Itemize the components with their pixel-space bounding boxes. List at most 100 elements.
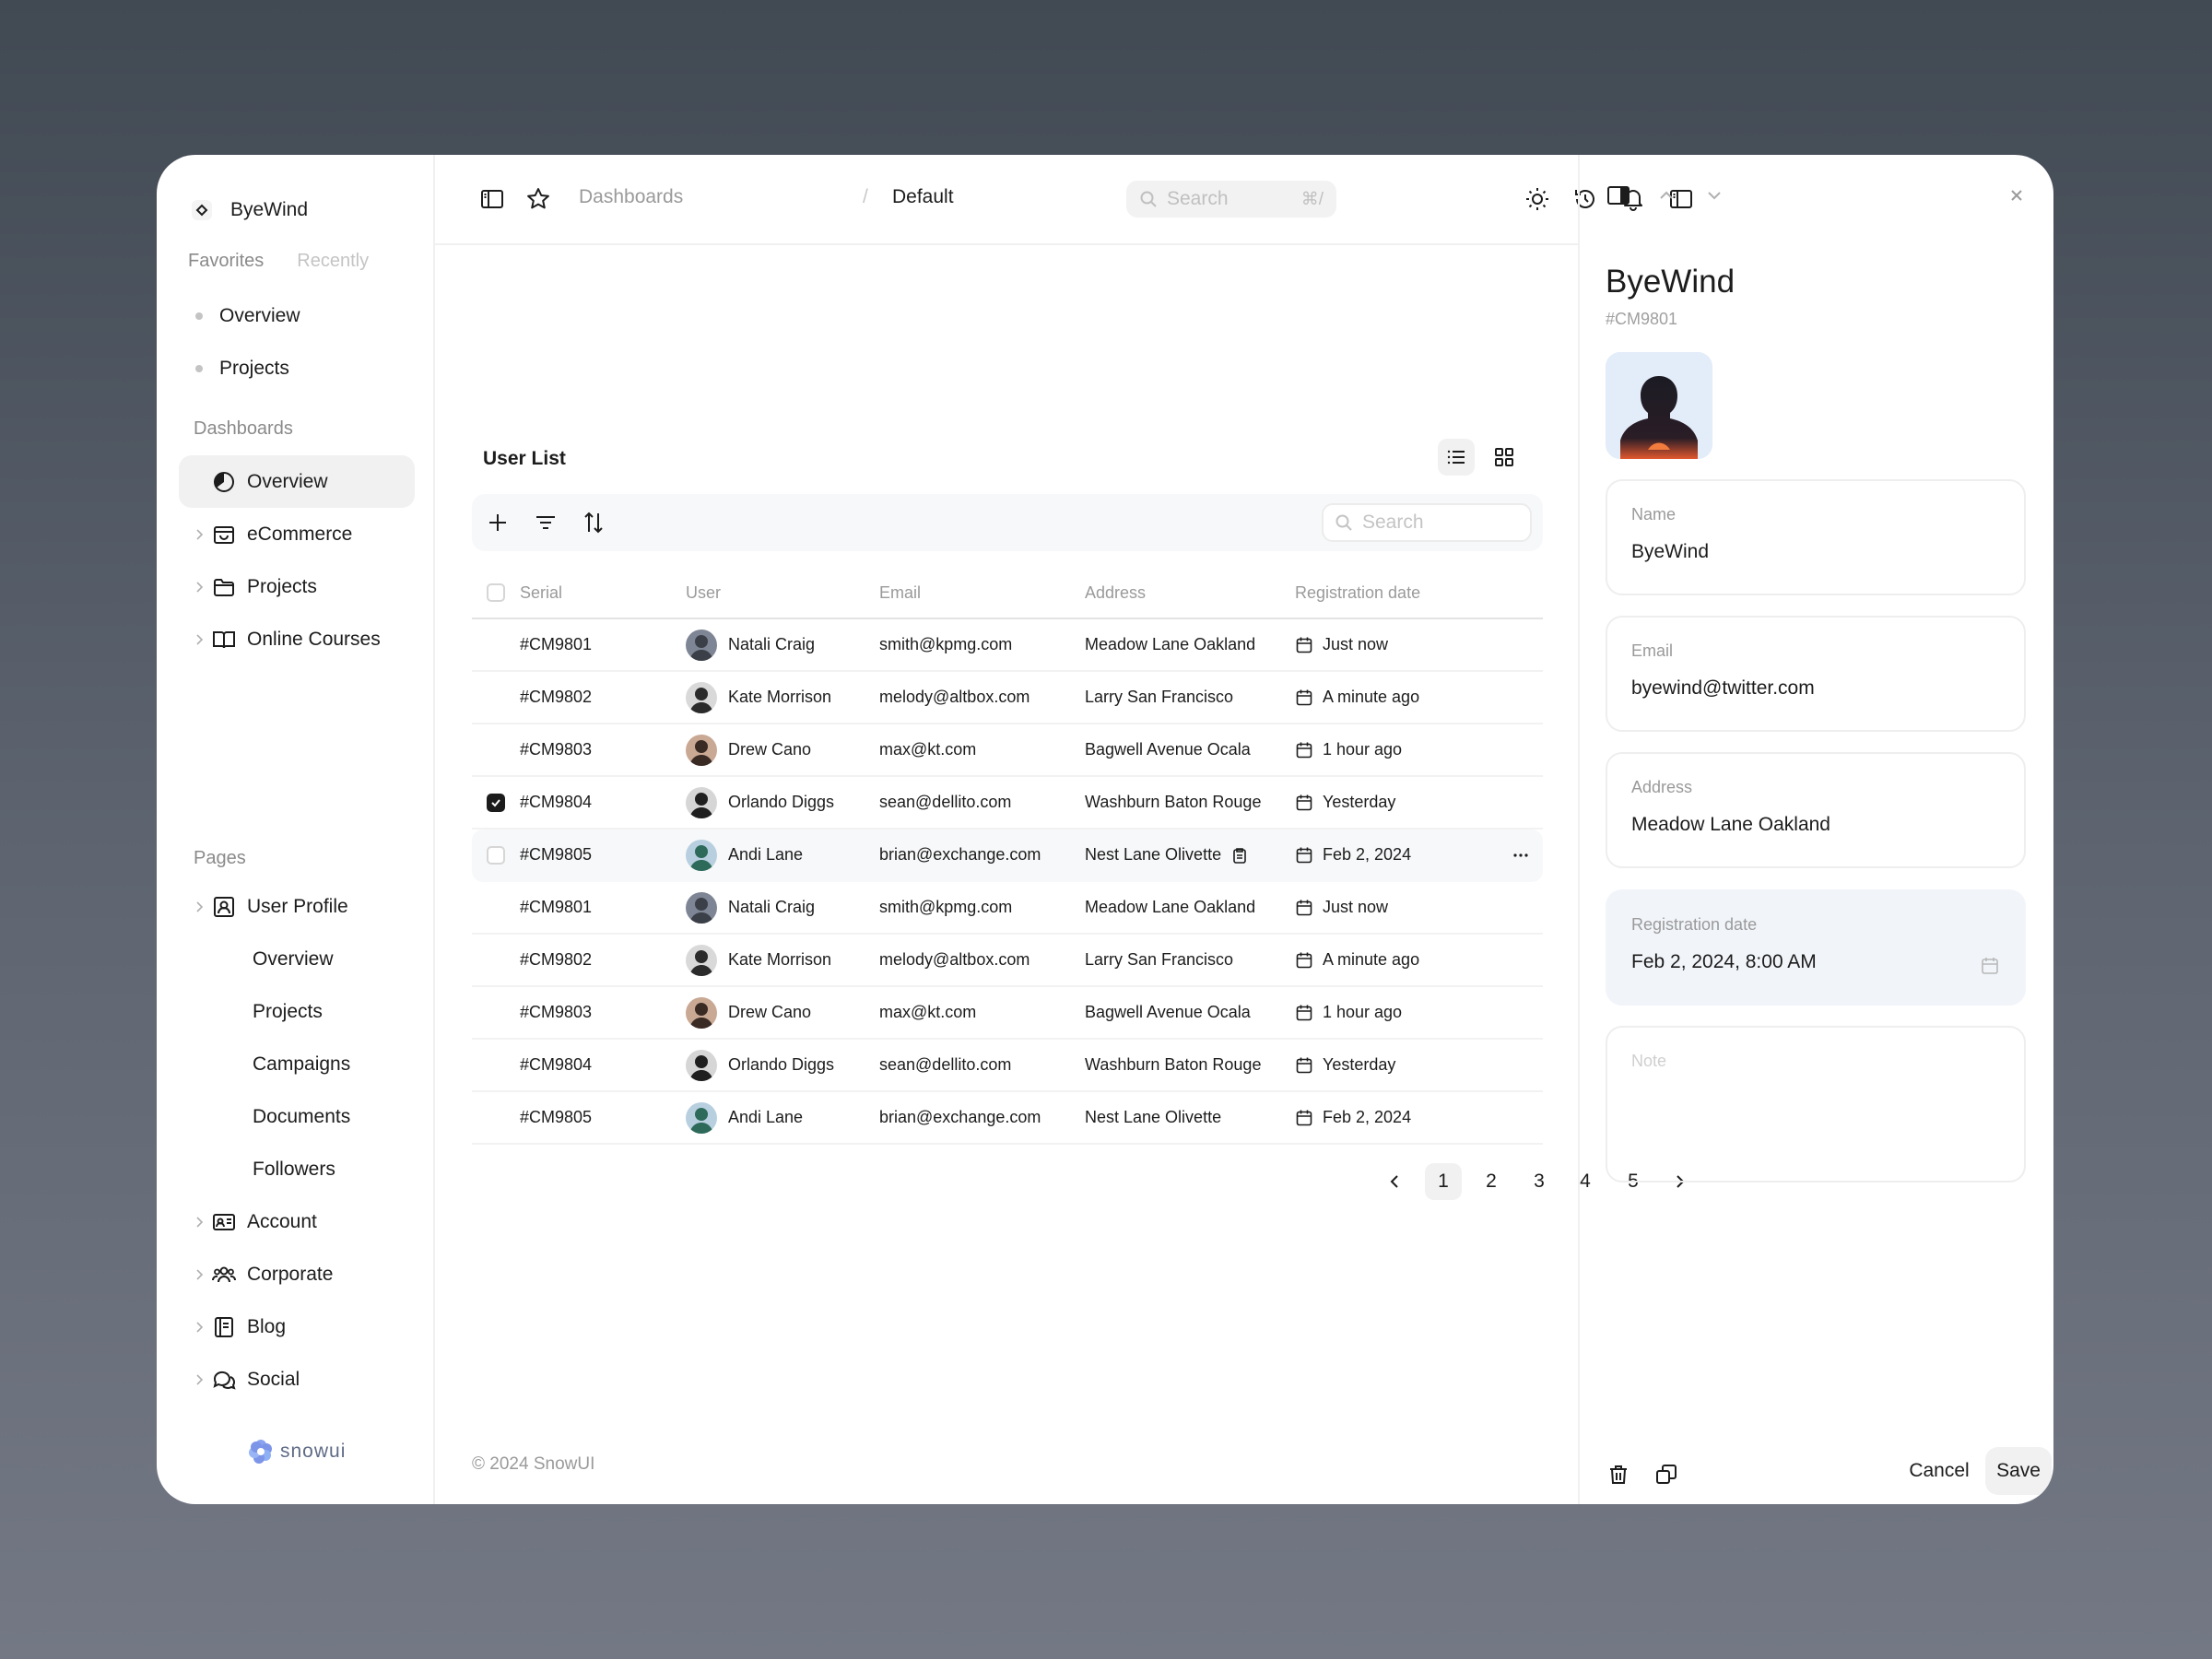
select-all-checkbox[interactable]	[487, 583, 505, 602]
add-icon[interactable]	[485, 510, 511, 535]
sidebar-subitem-overview[interactable]: Overview	[179, 933, 415, 985]
cancel-button[interactable]: Cancel	[1902, 1447, 1976, 1495]
grid-view-button[interactable]	[1486, 439, 1523, 476]
sidebar-item-social[interactable]: Social	[179, 1353, 415, 1406]
address-cell: Bagwell Avenue Ocala	[1085, 740, 1295, 759]
detail-panel: ByeWind #CM9801 Name ByeWind Email byewi…	[1578, 155, 2053, 1504]
table-search-input[interactable]: Search	[1322, 503, 1532, 542]
table-row[interactable]: #CM9802 Kate Morrison melody@altbox.com Lar…	[472, 672, 1543, 724]
snowui-logo: snowui	[247, 1438, 346, 1465]
filter-icon[interactable]	[533, 510, 559, 535]
sidebar-item-user-profile[interactable]: User Profile	[179, 880, 415, 933]
serial-cell: #CM9805	[520, 1108, 593, 1126]
page-button-1[interactable]: 1	[1425, 1163, 1462, 1200]
tab-recently[interactable]: Recently	[297, 251, 369, 272]
user-cell: Natali Craig	[686, 891, 879, 924]
table-row[interactable]: #CM9803 Drew Cano max@kt.com Bagwell Avenue…	[472, 724, 1543, 777]
more-icon[interactable]	[1511, 845, 1531, 865]
table-row[interactable]: #CM9804 Orlando Diggs sean@dellito.com Wash…	[472, 1040, 1543, 1092]
sidebar-item-ecommerce[interactable]: eCommerce	[179, 508, 415, 560]
chevron-up-icon[interactable]	[1653, 182, 1679, 208]
sidebar-subitem-documents[interactable]: Documents	[179, 1090, 415, 1143]
address-text: Meadow Lane Oakland	[1085, 635, 1256, 653]
breadcrumb-dashboards[interactable]: Dashboards	[579, 186, 683, 208]
chevron-down-icon[interactable]	[1701, 182, 1727, 208]
sidebar-subitem-followers[interactable]: Followers	[179, 1143, 415, 1195]
registration-date-label: Registration date	[1631, 915, 1758, 934]
sidebar-item-online-courses[interactable]: Online Courses	[179, 613, 415, 665]
sidebar-subitem-campaigns[interactable]: Campaigns	[179, 1038, 415, 1090]
sidebar-subitem-projects[interactable]: Projects	[179, 985, 415, 1038]
note-textarea[interactable]: Note	[1606, 1026, 2026, 1182]
page-button-2[interactable]: 2	[1473, 1163, 1510, 1200]
clipboard-icon[interactable]	[1230, 846, 1249, 865]
column-header-registration-date[interactable]: Registration date	[1295, 583, 1498, 603]
user-cell: Orlando Diggs	[686, 786, 879, 818]
sidebar-item-corporate[interactable]: Corporate	[179, 1248, 415, 1300]
sidebar-item-projects[interactable]: Projects	[179, 560, 415, 613]
section-label-pages: Pages	[194, 848, 246, 868]
sidebar-item-overview[interactable]: Overview	[179, 455, 415, 508]
chevron-right-icon	[196, 1321, 204, 1333]
date-cell: Just now	[1295, 635, 1498, 654]
table-row[interactable]: #CM9804 Orlando Diggs sean@dellito.com Wash…	[472, 777, 1543, 830]
column-header-serial[interactable]: Serial	[520, 583, 686, 603]
user-list-title: User List	[483, 448, 566, 469]
detail-avatar[interactable]	[1606, 352, 1712, 459]
address-text: Nest Lane Olivette	[1085, 1108, 1222, 1126]
star-icon[interactable]	[525, 186, 551, 212]
favorite-item-projects[interactable]: Projects	[188, 342, 409, 394]
copy-icon[interactable]	[1653, 1462, 1679, 1488]
avatar	[686, 681, 717, 713]
table-row[interactable]: #CM9802 Kate Morrison melody@altbox.com Lar…	[472, 935, 1543, 987]
registration-date: Yesterday	[1323, 793, 1396, 811]
favorite-item-overview[interactable]: Overview	[188, 289, 409, 342]
serial-cell: #CM9801	[520, 635, 593, 653]
close-icon[interactable]	[2004, 182, 2030, 208]
chevron-right-icon	[196, 633, 204, 645]
sidebar-item-account[interactable]: Account	[179, 1195, 415, 1248]
global-search-input[interactable]: Search ⌘/	[1126, 181, 1336, 218]
email-cell: sean@dellito.com	[879, 793, 1012, 811]
sort-icon[interactable]	[581, 510, 606, 535]
grid-icon	[1495, 448, 1513, 466]
sidebar: ByeWind Favorites Recently Overview Proj…	[157, 155, 435, 1504]
email-cell: smith@kpmg.com	[879, 898, 1013, 916]
trash-icon[interactable]	[1606, 1462, 1631, 1488]
registration-date-field[interactable]: Registration date Feb 2, 2024, 8:00 AM	[1606, 889, 2026, 1006]
table-row[interactable]: #CM9803 Drew Cano max@kt.com Bagwell Avenue…	[472, 987, 1543, 1040]
serial-cell: #CM9803	[520, 740, 593, 759]
chevron-right-icon	[196, 900, 204, 912]
sidebar-item-blog[interactable]: Blog	[179, 1300, 415, 1353]
sidebar-item-label: eCommerce	[247, 523, 353, 545]
save-button[interactable]: Save	[1985, 1447, 2052, 1495]
column-header-user[interactable]: User	[686, 583, 879, 603]
table-row[interactable]: #CM9801 Natali Craig smith@kpmg.com Meadow …	[472, 882, 1543, 935]
serial-cell: #CM9802	[520, 688, 593, 706]
list-view-button[interactable]	[1438, 439, 1475, 476]
copyright: © 2024 SnowUI	[472, 1454, 595, 1474]
row-checkbox[interactable]	[487, 845, 505, 865]
table-row[interactable]: #CM9801 Natali Craig smith@kpmg.com Meadow …	[472, 619, 1543, 672]
address-cell: Nest Lane Olivette	[1085, 1108, 1295, 1127]
serial-cell: #CM9801	[520, 898, 593, 916]
name-field[interactable]: Name ByeWind	[1606, 479, 2026, 595]
column-header-address[interactable]: Address	[1085, 583, 1295, 603]
snowui-wordmark: snowui	[280, 1441, 347, 1462]
search-placeholder: Search	[1167, 188, 1229, 209]
calendar-icon[interactable]	[1980, 956, 2000, 976]
row-checkbox[interactable]	[487, 793, 505, 812]
table-row[interactable]: #CM9805 Andi Lane brian@exchange.com Nest L…	[472, 830, 1543, 882]
panel-layout-icon[interactable]	[1606, 182, 1631, 208]
sidebar-toggle-icon[interactable]	[479, 186, 505, 212]
sun-icon[interactable]	[1524, 186, 1550, 212]
address-field[interactable]: Address Meadow Lane Oakland	[1606, 752, 2026, 868]
email-field[interactable]: Email byewind@twitter.com	[1606, 616, 2026, 732]
page-button-3[interactable]: 3	[1521, 1163, 1558, 1200]
prev-page-button[interactable]	[1377, 1163, 1414, 1200]
column-header-email[interactable]: Email	[879, 583, 1085, 603]
table-row[interactable]: #CM9805 Andi Lane brian@exchange.com Nest L…	[472, 1092, 1543, 1145]
brand[interactable]: ByeWind	[190, 188, 308, 232]
user-cell: Natali Craig	[686, 629, 879, 661]
tab-favorites[interactable]: Favorites	[188, 251, 264, 272]
